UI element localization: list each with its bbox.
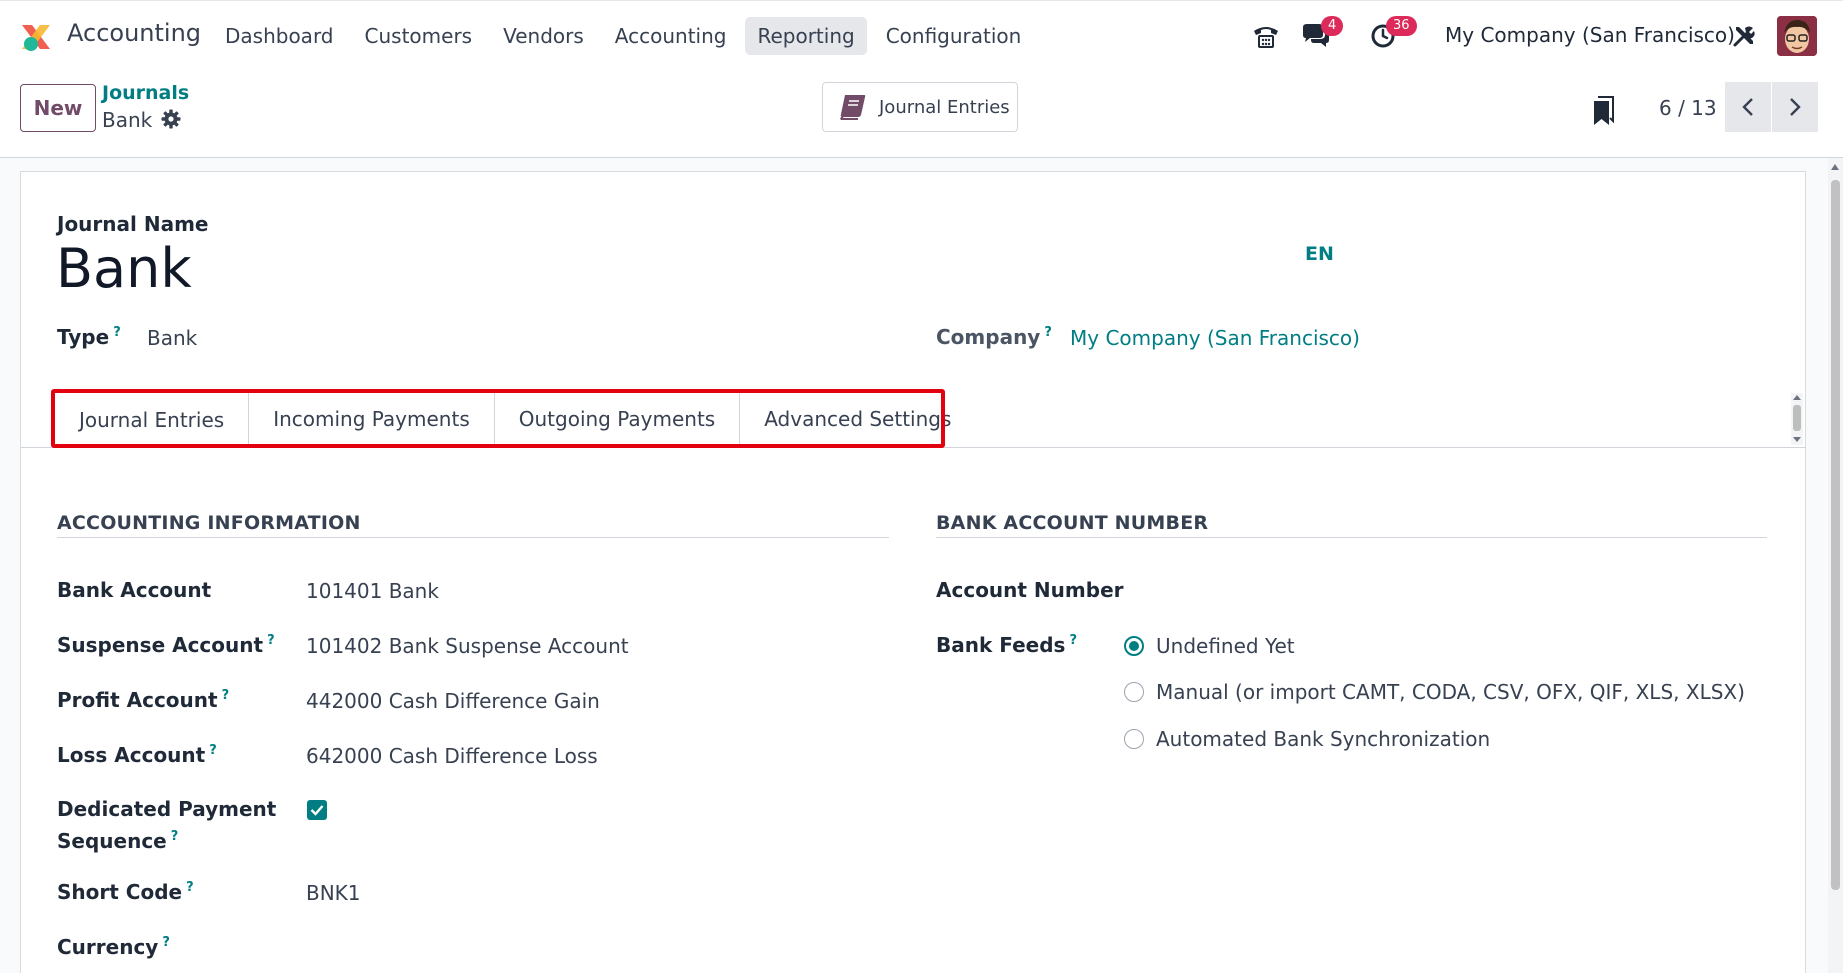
company-field[interactable]: My Company (San Francisco) [1070, 326, 1360, 350]
radio-button[interactable] [1124, 729, 1144, 749]
tab-incoming-payments[interactable]: Incoming Payments [249, 392, 495, 447]
pager-previous-button[interactable] [1725, 82, 1771, 132]
company-label: Company? [936, 325, 1052, 349]
activity-clock-icon[interactable]: 36 [1368, 16, 1417, 51]
tabs-divider [21, 447, 1806, 448]
radio-label: Automated Bank Synchronization [1156, 727, 1491, 751]
radio-label: Undefined Yet [1156, 634, 1295, 658]
language-button[interactable]: EN [1305, 243, 1334, 265]
type-label: Type? [57, 325, 121, 349]
dedicated-payment-label-line2: Sequence? [57, 829, 179, 853]
user-avatar[interactable] [1777, 16, 1817, 56]
section-divider [57, 537, 889, 538]
tabs-scroll-thumb[interactable] [1793, 405, 1801, 431]
dedicated-payment-label: Dedicated Payment [57, 797, 277, 821]
help-icon[interactable]: ? [209, 743, 217, 758]
chevron-right-icon [1790, 98, 1801, 116]
bank-feeds-label: Bank Feeds? [936, 633, 1077, 657]
app-logo-icon[interactable] [19, 20, 53, 54]
scroll-thumb[interactable] [1831, 180, 1840, 890]
form-sheet [20, 171, 1806, 973]
main-menu: Dashboard Customers Vendors Accounting R… [213, 17, 1040, 55]
notebook-tabs: Journal Entries Incoming Payments Outgoi… [54, 392, 976, 447]
bank-account-number-title: BANK ACCOUNT NUMBER [936, 512, 1209, 534]
gear-icon[interactable] [161, 109, 181, 129]
new-button[interactable]: New [20, 84, 96, 132]
tab-advanced-settings[interactable]: Advanced Settings [740, 392, 976, 447]
menu-customers[interactable]: Customers [353, 17, 485, 55]
radio-button[interactable] [1124, 682, 1144, 702]
pager-next-button[interactable] [1772, 82, 1818, 132]
journal-name-field[interactable]: Bank [56, 237, 192, 300]
radio-label: Manual (or import CAMT, CODA, CSV, OFX, … [1156, 680, 1745, 704]
menu-configuration[interactable]: Configuration [874, 17, 1034, 55]
tabs-scrollbar[interactable] [1791, 393, 1803, 445]
account-number-label: Account Number [936, 578, 1124, 602]
help-icon[interactable]: ? [113, 325, 121, 340]
bank-feeds-option-automated[interactable]: Automated Bank Synchronization [1124, 727, 1490, 751]
journal-entries-smart-button[interactable]: Journal Entries [822, 82, 1018, 132]
company-switcher[interactable]: My Company (San Francisco) [1445, 23, 1735, 47]
smart-button-label: Journal Entries [879, 96, 1010, 118]
book-icon [840, 95, 866, 120]
check-icon [310, 805, 324, 816]
menu-reporting[interactable]: Reporting [745, 17, 867, 55]
breadcrumb-current: Bank [102, 108, 153, 132]
bank-account-field[interactable]: 101401 Bank [306, 579, 439, 603]
currency-label: Currency? [57, 935, 170, 959]
tools-icon[interactable] [1729, 21, 1759, 51]
bank-feeds-option-undefined[interactable]: Undefined Yet [1124, 634, 1295, 658]
section-divider [936, 537, 1767, 538]
scroll-up-arrow[interactable] [1831, 164, 1839, 170]
page-scrollbar[interactable] [1828, 158, 1843, 973]
profit-account-label: Profit Account? [57, 688, 230, 712]
tabs-scroll-up[interactable] [1793, 395, 1801, 400]
radio-button[interactable] [1124, 636, 1144, 656]
top-navbar: Accounting Dashboard Customers Vendors A… [0, 0, 1843, 70]
accounting-information-title: ACCOUNTING INFORMATION [57, 512, 361, 534]
menu-dashboard[interactable]: Dashboard [213, 17, 346, 55]
profit-account-field[interactable]: 442000 Cash Difference Gain [306, 689, 600, 713]
help-icon[interactable]: ? [162, 935, 170, 950]
help-icon[interactable]: ? [1069, 633, 1077, 648]
control-panel: New Journals Bank Journal Entries 6 / 13 [0, 70, 1843, 158]
chevron-left-icon [1742, 98, 1753, 116]
type-field[interactable]: Bank [147, 326, 197, 350]
tab-outgoing-payments[interactable]: Outgoing Payments [494, 392, 741, 447]
help-icon[interactable]: ? [267, 633, 275, 648]
help-icon[interactable]: ? [222, 688, 230, 703]
suspense-account-label: Suspense Account? [57, 633, 275, 657]
chat-badge: 4 [1321, 16, 1344, 36]
suspense-account-field[interactable]: 101402 Bank Suspense Account [306, 634, 629, 658]
help-icon[interactable]: ? [186, 880, 194, 895]
phone-icon[interactable] [1251, 21, 1281, 51]
bank-feeds-option-manual[interactable]: Manual (or import CAMT, CODA, CSV, OFX, … [1124, 680, 1745, 704]
tabs-scroll-down[interactable] [1793, 437, 1801, 442]
app-name[interactable]: Accounting [67, 19, 201, 47]
menu-vendors[interactable]: Vendors [491, 17, 596, 55]
loss-account-label: Loss Account? [57, 743, 217, 767]
short-code-field[interactable]: BNK1 [306, 881, 361, 905]
pager-value[interactable]: 6 / 13 [1659, 96, 1717, 120]
chat-icon[interactable]: 4 [1301, 16, 1344, 51]
activity-badge: 36 [1386, 16, 1417, 36]
dedicated-payment-checkbox[interactable] [307, 800, 327, 820]
help-icon[interactable]: ? [171, 829, 179, 844]
help-icon[interactable]: ? [1044, 325, 1052, 340]
tab-journal-entries[interactable]: Journal Entries [54, 392, 250, 447]
breadcrumb-journals[interactable]: Journals [102, 82, 189, 104]
short-code-label: Short Code? [57, 880, 194, 904]
loss-account-field[interactable]: 642000 Cash Difference Loss [306, 744, 598, 768]
menu-accounting[interactable]: Accounting [603, 17, 739, 55]
bookmark-icon[interactable] [1593, 96, 1615, 126]
bank-account-label: Bank Account [57, 578, 212, 602]
journal-name-label: Journal Name [57, 212, 209, 236]
